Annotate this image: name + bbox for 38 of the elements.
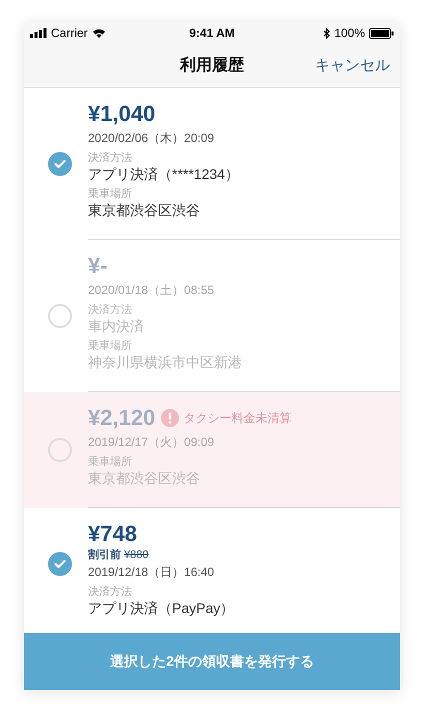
carrier-name: Carrier [51,26,88,40]
detail-label: 乗車場所 [88,339,133,353]
history-row[interactable]: ¥748 割引前 ¥880 2019/12/18（日）16:40 決済方法 アプリ決済（PayPay） [24,508,400,619]
fare-amount: ¥1,040 [88,100,156,128]
detail-value: アプリ決済（PayPay） [88,599,236,617]
cancel-button[interactable]: キャンセル [315,56,390,75]
signal-icon [30,28,47,38]
discount-note: 割引前 ¥880 [88,548,150,562]
detail-value: 東京都渋谷区渋谷 [88,201,201,219]
status-time: 9:41 AM [189,26,235,40]
ride-datetime: 2020/02/06（木）20:09 [88,130,216,147]
checkmark-icon [54,558,66,568]
detail-label: 決済方法 [88,303,133,317]
detail-label: 乗車場所 [88,187,133,201]
unpaid-warning: タクシー料金未清算 [183,410,292,426]
bluetooth-icon [323,28,330,38]
battery-percent: 100% [334,26,366,40]
wifi-icon [92,28,106,38]
fare-amount: ¥- [88,252,108,280]
screen-title: 利用履歴 [180,56,244,76]
fare-amount: ¥2,120 [88,404,156,432]
detail-label: 決済方法 [88,151,133,165]
ride-datetime: 2019/12/18（日）16:40 [88,564,216,581]
detail-value: 車内決済 [88,317,145,335]
fare-amount: ¥748 [88,520,137,548]
detail-label: 乗車場所 [88,455,133,469]
battery-icon [369,28,394,38]
ride-datetime: 2019/12/17（火）09:09 [88,434,216,451]
history-row[interactable]: ¥1,040 2020/02/06（木）20:09 決済方法 アプリ決済（****1234） 乗車場所 東京都渋谷区渋谷 [24,88,400,240]
checkmark-icon [54,159,66,169]
detail-label: 決済方法 [88,585,133,599]
ride-datetime: 2020/01/18（土）08:55 [88,282,216,299]
selection-checkbox[interactable] [48,552,72,576]
detail-value: アプリ決済（****1234） [88,165,240,183]
detail-value: 神奈川県横浜市中区新港 [88,353,243,371]
selection-checkbox[interactable] [48,152,72,176]
detail-value: 東京都渋谷区渋谷 [88,469,201,487]
warning-icon [161,409,180,427]
